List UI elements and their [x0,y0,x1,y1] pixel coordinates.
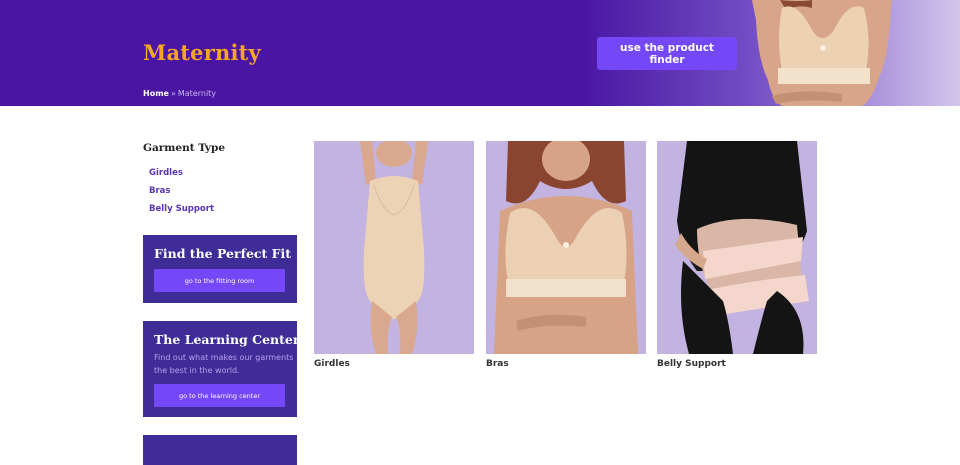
garment-type-filter-list: Girdles Bras Belly Support [149,168,214,222]
fitting-room-promo: Find the Perfect Fit go to the fitting r… [143,235,297,303]
breadcrumb: Home» Maternity [143,89,216,98]
page-title: Maternity [143,40,261,65]
fitting-room-button[interactable]: go to the fitting room [154,269,285,292]
filter-link-belly-support[interactable]: Belly Support [149,204,214,222]
product-card-bras[interactable]: Bras [486,141,646,369]
product-image-girdles [314,141,474,354]
banner-model-photo [752,0,892,106]
promo-title: Find the Perfect Fit [154,246,292,261]
product-image-bras [486,141,646,354]
filter-link-girdles[interactable]: Girdles [149,168,214,186]
product-card-girdles[interactable]: Girdles [314,141,474,369]
breadcrumb-home-link[interactable]: Home [143,89,169,98]
garment-type-heading: Garment Type [143,142,226,154]
breadcrumb-separator: » [170,89,176,98]
third-promo-partial [143,435,297,465]
product-name: Girdles [314,359,350,369]
product-card-belly-support[interactable]: Belly Support [657,141,817,369]
product-finder-button[interactable]: use the product finder [597,37,737,70]
product-name: Bras [486,359,509,369]
promo-title: The Learning Center [154,332,300,347]
filter-link-bras[interactable]: Bras [149,186,214,204]
product-name: Belly Support [657,359,726,369]
learning-center-button[interactable]: go to the learning center [154,384,285,407]
learning-center-promo: The Learning Center Find out what makes … [143,321,300,417]
header-banner: Maternity Home» Maternity use the product… [0,0,960,106]
product-image-belly-support [657,141,817,354]
breadcrumb-current: Maternity [177,89,217,98]
promo-description: Find out what makes our garments the bes… [154,353,294,375]
